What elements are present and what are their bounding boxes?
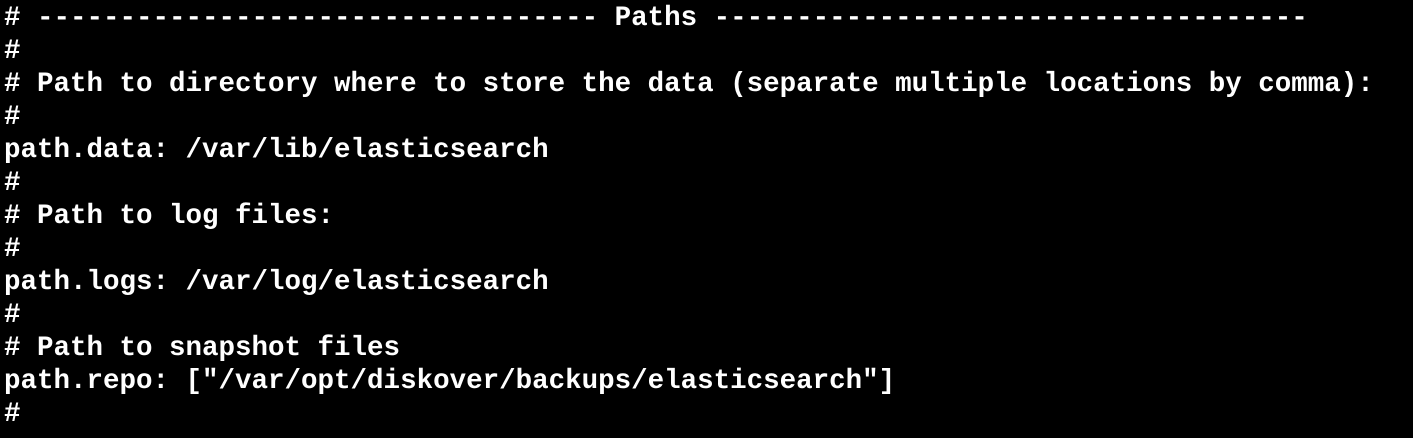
path-logs-comment: # Path to log files:: [4, 201, 335, 232]
comment-line: #: [4, 102, 21, 133]
comment-line: #: [4, 300, 21, 331]
path-data-setting: path.data: /var/lib/elasticsearch: [4, 135, 549, 166]
comment-line: #: [4, 168, 21, 199]
section-header-comment: # ---------------------------------- Pat…: [4, 3, 1308, 34]
comment-line: #: [4, 399, 21, 430]
comment-line: #: [4, 234, 21, 265]
comment-line: #: [4, 36, 21, 67]
path-repo-comment: # Path to snapshot files: [4, 333, 401, 364]
path-data-comment: # Path to directory where to store the d…: [4, 69, 1374, 100]
terminal-window[interactable]: # ---------------------------------- Pat…: [0, 0, 1413, 438]
path-repo-setting: path.repo: ["/var/opt/diskover/backups/e…: [4, 366, 896, 397]
path-logs-setting: path.logs: /var/log/elasticsearch: [4, 267, 549, 298]
